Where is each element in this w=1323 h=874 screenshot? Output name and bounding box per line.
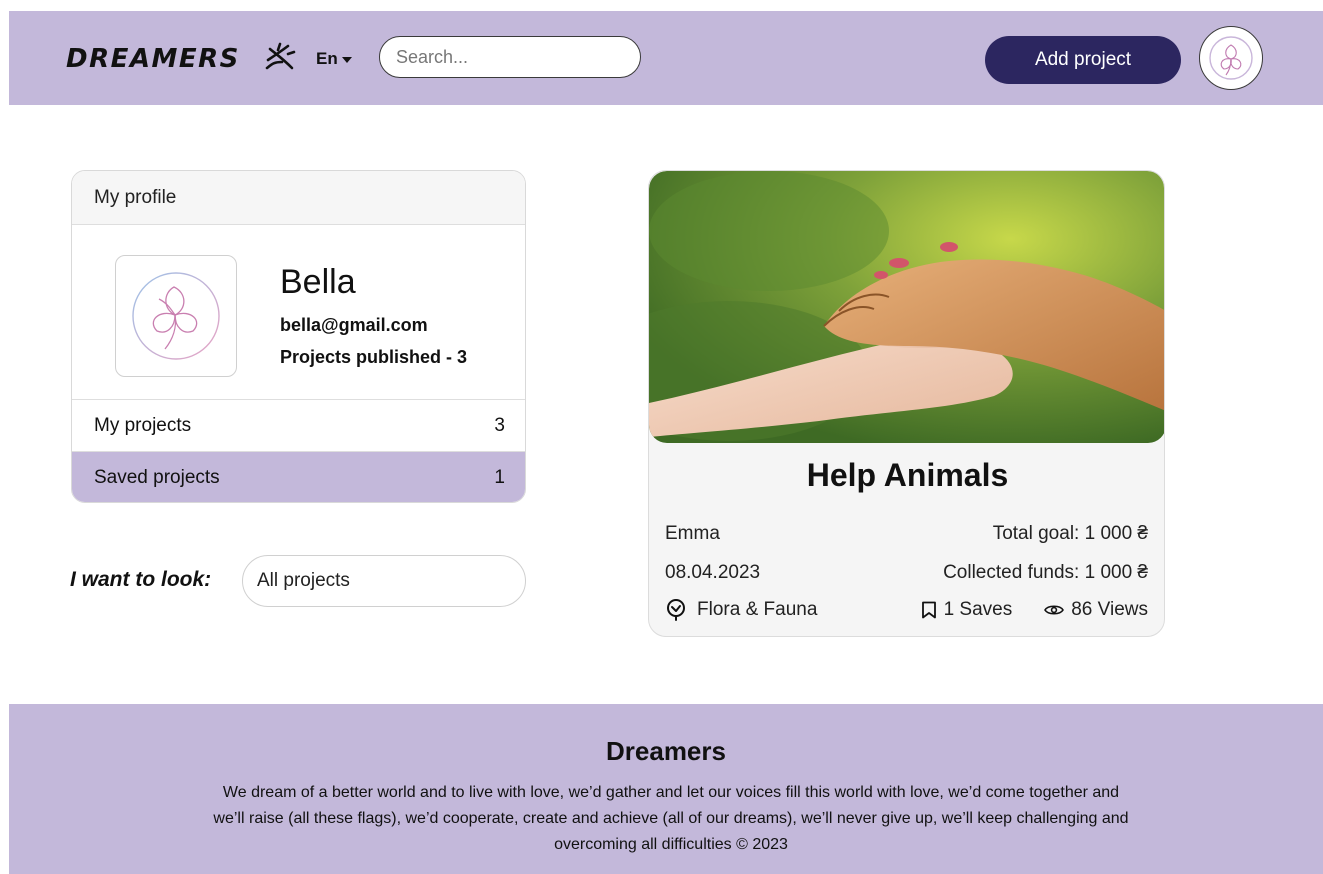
- chevron-down-icon: [341, 56, 352, 63]
- profile-name: Bella: [280, 263, 356, 301]
- project-collected-funds: Collected funds: 1 000 ₴: [943, 562, 1148, 583]
- projects-published-count: Projects published - 3: [280, 347, 468, 367]
- project-total-goal: Total goal: 1 000 ₴: [992, 523, 1148, 544]
- project-title[interactable]: Help Animals: [649, 457, 1164, 494]
- eye-icon: [1044, 605, 1065, 615]
- profile-avatar: [115, 255, 237, 377]
- project-image: [649, 171, 1164, 443]
- avatar-flower-icon: [1209, 36, 1253, 80]
- footer-title: Dreamers: [606, 736, 726, 766]
- project-card[interactable]: Help Animals Emma 08.04.2023 Total goal:…: [648, 170, 1165, 637]
- site-header: DREAMERS En Add project: [9, 11, 1323, 105]
- project-date: 08.04.2023: [665, 562, 761, 583]
- language-label: En: [316, 49, 338, 68]
- add-project-button[interactable]: Add project: [985, 36, 1181, 84]
- project-filter-select[interactable]: All projects: [242, 555, 526, 607]
- profile-heading: My profile: [72, 171, 525, 225]
- profile-flower-icon: [132, 272, 220, 360]
- language-selector[interactable]: En: [316, 49, 352, 69]
- saved-projects-count: 1: [494, 466, 505, 488]
- views-stat: 86 Views: [1044, 599, 1148, 621]
- user-avatar[interactable]: [1199, 26, 1263, 90]
- project-author: Emma: [665, 523, 720, 544]
- filter-label: I want to look:: [70, 568, 212, 591]
- hand-and-paw-photo: [649, 171, 1164, 443]
- site-footer: Dreamers We dream of a better world and …: [9, 704, 1323, 874]
- footer-text: We dream of a better world and to live w…: [213, 784, 1129, 853]
- project-category: Flora & Fauna: [665, 599, 817, 621]
- saves-stat[interactable]: 1 Saves: [921, 599, 1013, 621]
- my-projects-row[interactable]: My projects 3: [72, 399, 525, 451]
- saves-count: 1 Saves: [943, 599, 1013, 620]
- profile-email: bella@gmail.com: [280, 315, 428, 335]
- page-edge-top: [0, 0, 1323, 11]
- saved-projects-row[interactable]: Saved projects 1: [72, 451, 525, 502]
- profile-card: My profile Bella bella@gmail.com Project…: [71, 170, 526, 503]
- my-projects-count: 3: [494, 414, 505, 436]
- logo-mark-icon: [265, 42, 296, 70]
- bookmark-icon: [921, 601, 936, 619]
- my-projects-label: My projects: [94, 414, 192, 436]
- page-edge-left: [0, 0, 9, 874]
- site-logo[interactable]: DREAMERS: [66, 44, 240, 74]
- search-input[interactable]: [379, 36, 641, 78]
- views-count: 86 Views: [1071, 599, 1148, 620]
- tree-icon: [667, 599, 685, 621]
- project-category-label: Flora & Fauna: [697, 599, 818, 620]
- saved-projects-label: Saved projects: [94, 466, 220, 488]
- project-stats: 1 Saves 86 Views: [921, 599, 1148, 621]
